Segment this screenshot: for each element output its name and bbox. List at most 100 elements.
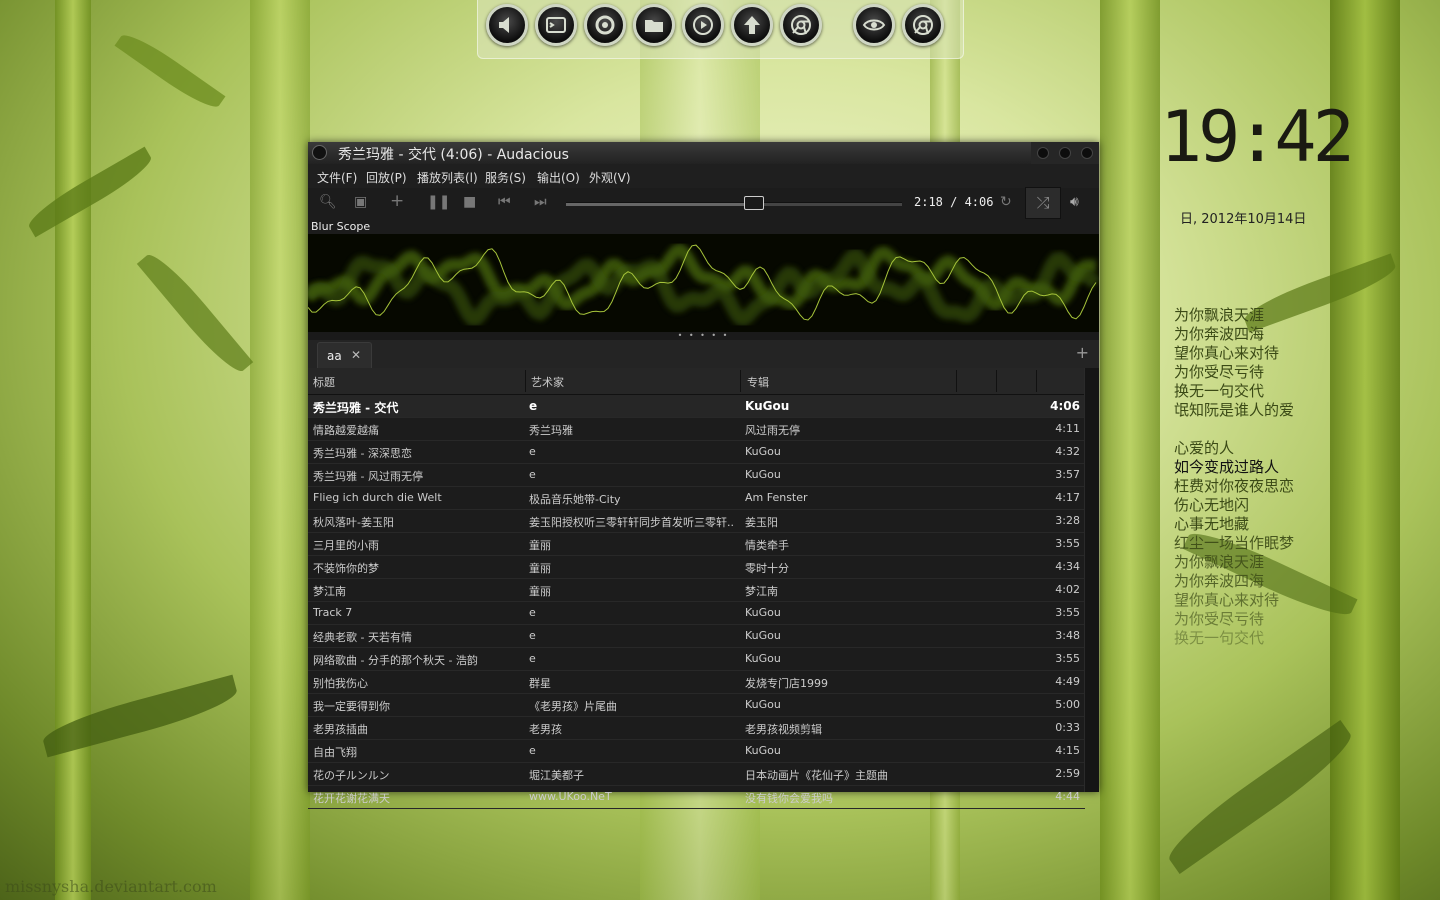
pane-resize-handle[interactable]: • • • • •	[308, 332, 1099, 340]
stop-icon[interactable]: ■	[463, 194, 476, 210]
track-artist: e	[529, 652, 536, 665]
track-album: KuGou	[745, 399, 790, 413]
lyric-line: 为你奔波四海	[1174, 325, 1265, 343]
menu-playlist[interactable]: 播放列表(l)	[417, 169, 478, 186]
track-artist: e	[529, 629, 536, 642]
track-title: Flieg ich durch die Welt	[313, 491, 442, 504]
seek-slider[interactable]	[566, 196, 902, 210]
track-album: KuGou	[745, 468, 781, 481]
table-row[interactable]: 花の子ルンルン 堀江美都子 日本动画片《花仙子》主题曲 2:59	[308, 763, 1085, 786]
track-artist: www.UKoo.NeT	[529, 790, 612, 803]
track-artist: e	[529, 468, 536, 481]
table-row[interactable]: Track 7 e KuGou 3:55	[308, 602, 1085, 625]
track-time: 4:32	[1055, 445, 1080, 458]
track-artist: 极品音乐她带-City	[529, 493, 621, 506]
track-album: 情类牵手	[745, 539, 789, 552]
track-time: 3:55	[1055, 537, 1080, 550]
browser-icon[interactable]	[780, 4, 822, 46]
track-artist: 童丽	[529, 539, 551, 552]
titlebar[interactable]: 秀兰玛雅 - 交代 (4:06) - Audacious	[308, 142, 1099, 164]
track-time: 4:11	[1055, 422, 1080, 435]
track-album: Am Fenster	[745, 491, 808, 504]
track-title: Track 7	[313, 606, 353, 619]
track-time: 4:15	[1055, 744, 1080, 757]
previous-icon[interactable]: ⏮	[498, 194, 511, 210]
media-play-icon[interactable]	[682, 4, 724, 46]
repeat-icon[interactable]: ↻	[1000, 194, 1012, 210]
menu-view[interactable]: 外观(V)	[589, 169, 631, 186]
table-row[interactable]: 自由飞翔 e KuGou 4:15	[308, 740, 1085, 763]
pause-icon[interactable]: ❚❚	[427, 194, 450, 210]
table-row[interactable]: 经典老歌 - 天若有情 e KuGou 3:48	[308, 625, 1085, 648]
add-files-icon[interactable]: +	[390, 191, 404, 211]
table-row[interactable]: 三月里的小雨 童丽 情类牵手 3:55	[308, 533, 1085, 556]
settings-icon[interactable]	[584, 4, 626, 46]
track-album: 姜玉阳	[745, 516, 778, 529]
table-row[interactable]: 老男孩插曲 老男孩 老男孩视频剪辑 0:33	[308, 717, 1085, 740]
table-row[interactable]: 秋风落叶-姜玉阳 姜玉阳授权听三零轩轩同步首发听三零轩... 姜玉阳 3:28	[308, 510, 1085, 533]
close-tab-icon[interactable]: ✕	[351, 348, 361, 362]
menu-output[interactable]: 输出(O)	[537, 169, 580, 186]
table-row[interactable]: 别怕我伤心 群星 发烧专门店1999 4:49	[308, 671, 1085, 694]
lyric-line: 心事无地藏	[1174, 515, 1250, 533]
table-row[interactable]: 不装饰你的梦 童丽 零时十分 4:34	[308, 556, 1085, 579]
volume-icon[interactable]: 🔊︎	[1070, 194, 1079, 210]
table-row[interactable]: 梦江南 童丽 梦江南 4:02	[308, 579, 1085, 602]
watermark: missnysha.deviantart.com	[5, 877, 217, 896]
table-row[interactable]: 情路越爱越痛 秀兰玛雅 风过雨无停 4:11	[308, 418, 1085, 441]
minimize-button[interactable]	[1037, 147, 1049, 159]
seek-knob[interactable]	[744, 196, 765, 210]
chrome-icon[interactable]	[902, 4, 944, 46]
table-row[interactable]: 秀兰玛雅 - 风过雨无停 e KuGou 3:57	[308, 464, 1085, 487]
seek-fill	[566, 203, 755, 206]
track-title: 自由飞翔	[313, 746, 357, 759]
track-album: 老男孩视频剪辑	[745, 723, 822, 736]
menu-file[interactable]: 文件(F)	[317, 169, 357, 186]
track-time: 3:48	[1055, 629, 1080, 642]
playlist-scrollbar[interactable]	[1084, 368, 1099, 792]
maximize-button[interactable]	[1059, 147, 1071, 159]
lyric-line: 为你飘浪天涯	[1174, 306, 1265, 324]
column-artist[interactable]: 艺术家	[531, 374, 564, 390]
lyric-line-current: 如今变成过路人	[1174, 458, 1280, 476]
table-row[interactable]: 我一定要得到你 《老男孩》片尾曲 KuGou 5:00	[308, 694, 1085, 717]
table-row-playing[interactable]: 秀兰玛雅 - 交代 e KuGou 4:06	[308, 395, 1085, 418]
track-time: 4:06	[1050, 399, 1080, 413]
table-row[interactable]: 秀兰玛雅 - 深深思恋 e KuGou 4:32	[308, 441, 1085, 464]
menu-playback[interactable]: 回放(P)	[366, 169, 407, 186]
next-icon[interactable]: ⏭	[534, 194, 547, 210]
table-row[interactable]: Flieg ich durch die Welt 极品音乐她带-City Am Fe…	[308, 487, 1085, 510]
lyric-line: 氓知阮是谁人的爱	[1174, 401, 1295, 419]
track-title: 经典老歌 - 天若有情	[313, 631, 412, 644]
search-icon[interactable]: 🔍︎	[319, 194, 337, 210]
track-title: 梦江南	[313, 585, 346, 598]
track-title: 老男孩插曲	[313, 723, 368, 736]
terminal-icon[interactable]	[535, 4, 577, 46]
menu-services[interactable]: 服务(S)	[485, 169, 526, 186]
open-files-icon[interactable]: ▣	[354, 194, 367, 210]
shuffle-icon[interactable]: ⤮	[1025, 187, 1061, 219]
track-list: 秀兰玛雅 - 交代 e KuGou 4:06 情路越爱越痛 秀兰玛雅 风过雨无停 4:11 秀兰…	[308, 395, 1085, 809]
track-title: 秀兰玛雅 - 风过雨无停	[313, 470, 423, 483]
lyric-line: 伤心无地闪	[1174, 496, 1250, 514]
app-icon[interactable]	[312, 145, 327, 160]
audacious-window: 秀兰玛雅 - 交代 (4:06) - Audacious 文件(F) 回放(P)…	[308, 142, 1099, 809]
track-title: 别怕我伤心	[313, 677, 368, 690]
track-title: 三月里的小雨	[313, 539, 379, 552]
file-manager-icon[interactable]	[633, 4, 675, 46]
home-up-icon[interactable]	[731, 4, 773, 46]
track-time: 4:34	[1055, 560, 1080, 573]
table-row[interactable]: 花开花谢花满天 www.UKoo.NeT 没有钱你会爱我吗 4:44	[308, 786, 1085, 809]
track-album: 梦江南	[745, 585, 778, 598]
track-time: 3:55	[1055, 652, 1080, 665]
column-album[interactable]: 专辑	[747, 374, 769, 390]
eye-icon[interactable]	[853, 4, 895, 46]
playlist-tab[interactable]: aa ✕	[317, 342, 372, 368]
close-button[interactable]	[1081, 147, 1093, 159]
table-row[interactable]: 网络歌曲 - 分手的那个秋天 - 浩韵 e KuGou 3:55	[308, 648, 1085, 671]
lyric-line: 为你奔波四海	[1174, 572, 1265, 590]
column-title[interactable]: 标题	[313, 374, 335, 390]
add-playlist-icon[interactable]: +	[1076, 343, 1089, 362]
speaker-icon[interactable]	[486, 4, 528, 46]
blur-scope-visualizer	[308, 234, 1099, 332]
